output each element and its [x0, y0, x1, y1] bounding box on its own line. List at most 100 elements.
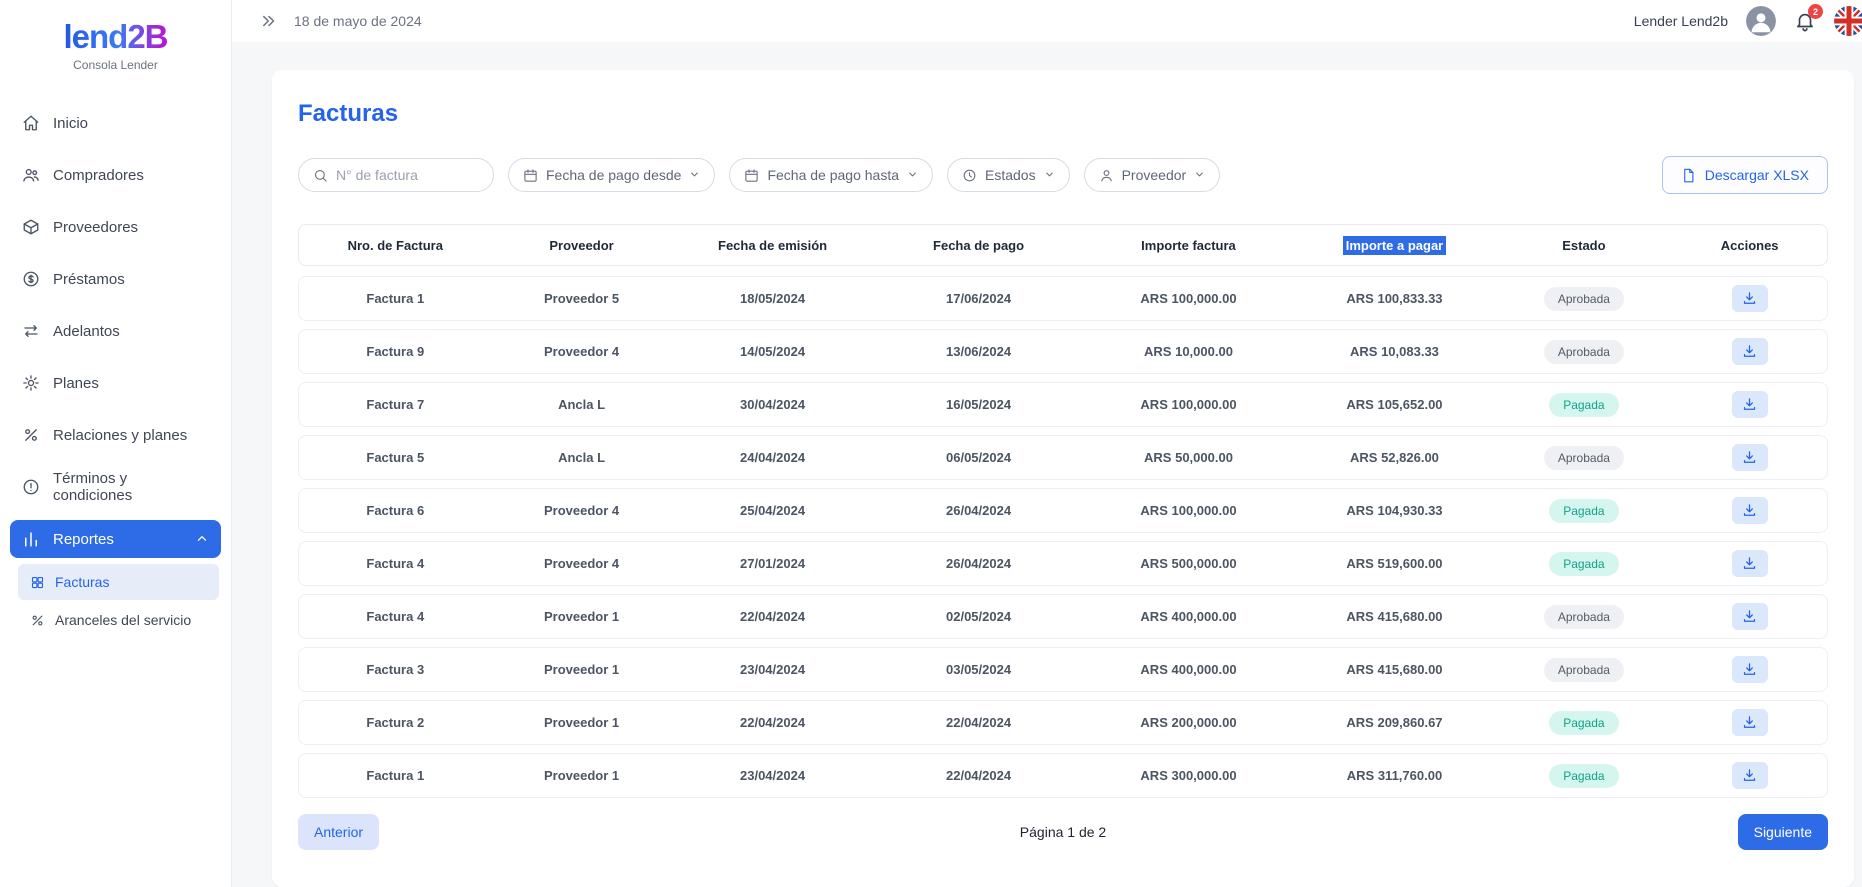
filters-row: Fecha de pago desde Fecha de pago hasta — [298, 156, 1828, 194]
sidebar-item-compradores[interactable]: Compradores — [10, 156, 221, 194]
row-download-button[interactable] — [1732, 444, 1768, 471]
avatar[interactable] — [1746, 6, 1776, 36]
filter-states[interactable]: Estados — [947, 158, 1070, 192]
cell-fecha-pago: 16/05/2024 — [874, 397, 1084, 412]
sidebar-item-planes[interactable]: Planes — [10, 364, 221, 402]
cell-proveedor: Ancla L — [492, 397, 672, 412]
search-input[interactable] — [336, 167, 479, 183]
calendar-icon — [744, 168, 759, 183]
language-flag-icon[interactable] — [1834, 6, 1862, 36]
cell-fecha-pago: 06/05/2024 — [874, 450, 1084, 465]
cell-acciones — [1672, 285, 1827, 312]
home-icon — [22, 114, 40, 132]
main-area: 18 de mayo de 2024 Lender Lend2b 2 — [232, 0, 1862, 887]
filter-date-from[interactable]: Fecha de pago desde — [508, 158, 715, 192]
row-download-button[interactable] — [1732, 338, 1768, 365]
sidebar-item-relaciones[interactable]: Relaciones y planes — [10, 416, 221, 454]
row-download-button[interactable] — [1732, 709, 1768, 736]
download-icon — [1742, 556, 1757, 571]
cell-acciones — [1672, 709, 1827, 736]
sidebar-subitem-label: Facturas — [55, 574, 109, 590]
filter-date-to[interactable]: Fecha de pago hasta — [729, 158, 933, 192]
status-badge: Aprobada — [1544, 340, 1624, 364]
cell-fecha-pago: 03/05/2024 — [874, 662, 1084, 677]
cell-estado: Aprobada — [1496, 658, 1673, 682]
sidebar-item-reportes[interactable]: Reportes — [10, 520, 221, 558]
cell-acciones — [1672, 444, 1827, 471]
status-badge: Pagada — [1549, 711, 1618, 735]
cell-acciones — [1672, 497, 1827, 524]
sidebar-subitem-label: Aranceles del servicio — [55, 612, 191, 628]
table-header-row: Nro. de Factura Proveedor Fecha de emisi… — [298, 224, 1828, 266]
cell-nro-factura: Factura 6 — [299, 503, 492, 518]
sidebar: lend2B Consola Lender Inicio Compradores — [0, 0, 232, 887]
notifications-bell-icon[interactable]: 2 — [1794, 10, 1816, 32]
filter-provider[interactable]: Proveedor — [1084, 158, 1221, 192]
cell-fecha-pago: 02/05/2024 — [874, 609, 1084, 624]
header-a-pagar: Importe a pagar — [1293, 238, 1495, 253]
header-pago: Fecha de pago — [874, 238, 1084, 253]
download-xlsx-button[interactable]: Descargar XLSX — [1662, 156, 1828, 194]
row-download-button[interactable] — [1732, 762, 1768, 789]
cell-estado: Aprobada — [1496, 605, 1673, 629]
sidebar-item-inicio[interactable]: Inicio — [10, 104, 221, 142]
cell-importe-factura: ARS 100,000.00 — [1084, 503, 1294, 518]
previous-page-button[interactable]: Anterior — [298, 814, 379, 850]
header-estado: Estado — [1496, 238, 1673, 253]
download-icon — [1742, 503, 1757, 518]
cell-importe-a-pagar: ARS 52,826.00 — [1293, 450, 1495, 465]
sidebar-subitem-aranceles[interactable]: Aranceles del servicio — [18, 602, 219, 638]
status-badge: Pagada — [1549, 393, 1618, 417]
sidebar-item-proveedores[interactable]: Proveedores — [10, 208, 221, 246]
transfer-arrows-icon — [22, 322, 40, 340]
invoice-search[interactable] — [298, 158, 494, 192]
row-download-button[interactable] — [1732, 285, 1768, 312]
sidebar-item-prestamos[interactable]: Préstamos — [10, 260, 221, 298]
cell-estado: Aprobada — [1496, 446, 1673, 470]
people-icon — [22, 166, 40, 184]
row-download-button[interactable] — [1732, 391, 1768, 418]
pagination: Anterior Página 1 de 2 Siguiente — [298, 814, 1828, 850]
chevron-down-icon — [1044, 167, 1055, 183]
cell-estado: Aprobada — [1496, 287, 1673, 311]
cell-proveedor: Proveedor 1 — [492, 662, 672, 677]
percent-icon — [22, 426, 40, 444]
package-icon — [22, 218, 40, 236]
cell-importe-a-pagar: ARS 415,680.00 — [1293, 609, 1495, 624]
invoice-table-body: Factura 1 Proveedor 5 18/05/2024 17/06/2… — [298, 276, 1828, 798]
filter-label: Fecha de pago hasta — [767, 167, 899, 183]
cell-importe-a-pagar: ARS 10,083.33 — [1293, 344, 1495, 359]
status-badge: Aprobada — [1544, 446, 1624, 470]
row-download-button[interactable] — [1732, 497, 1768, 524]
download-icon — [1742, 344, 1757, 359]
row-download-button[interactable] — [1732, 656, 1768, 683]
cell-proveedor: Ancla L — [492, 450, 672, 465]
next-page-button[interactable]: Siguiente — [1738, 814, 1828, 850]
cell-fecha-pago: 22/04/2024 — [874, 768, 1084, 783]
app-root: lend2B Consola Lender Inicio Compradores — [0, 0, 1862, 887]
header-acciones: Acciones — [1672, 238, 1827, 253]
cell-importe-factura: ARS 200,000.00 — [1084, 715, 1294, 730]
table-row: Factura 9 Proveedor 4 14/05/2024 13/06/2… — [298, 329, 1828, 374]
app-subtitle: Consola Lender — [0, 58, 231, 72]
cell-importe-factura: ARS 50,000.00 — [1084, 450, 1294, 465]
cell-nro-factura: Factura 1 — [299, 768, 492, 783]
cell-nro-factura: Factura 2 — [299, 715, 492, 730]
chevron-down-icon — [689, 167, 700, 183]
sidebar-menu: Inicio Compradores Proveedores Préstamos — [0, 88, 231, 638]
cell-importe-a-pagar: ARS 415,680.00 — [1293, 662, 1495, 677]
clock-icon — [962, 168, 977, 183]
sidebar-item-adelantos[interactable]: Adelantos — [10, 312, 221, 350]
row-download-button[interactable] — [1732, 550, 1768, 577]
cell-fecha-emision: 14/05/2024 — [672, 344, 874, 359]
cell-estado: Pagada — [1496, 499, 1673, 523]
row-download-button[interactable] — [1732, 603, 1768, 630]
sidebar-subitem-facturas[interactable]: Facturas — [18, 564, 219, 600]
sidebar-collapse-icon[interactable] — [260, 12, 278, 30]
percent-icon — [30, 613, 45, 628]
cell-nro-factura: Factura 4 — [299, 556, 492, 571]
cell-estado: Aprobada — [1496, 340, 1673, 364]
cell-proveedor: Proveedor 5 — [492, 291, 672, 306]
cell-fecha-pago: 22/04/2024 — [874, 715, 1084, 730]
sidebar-item-terminos[interactable]: Términos y condiciones — [10, 468, 221, 506]
